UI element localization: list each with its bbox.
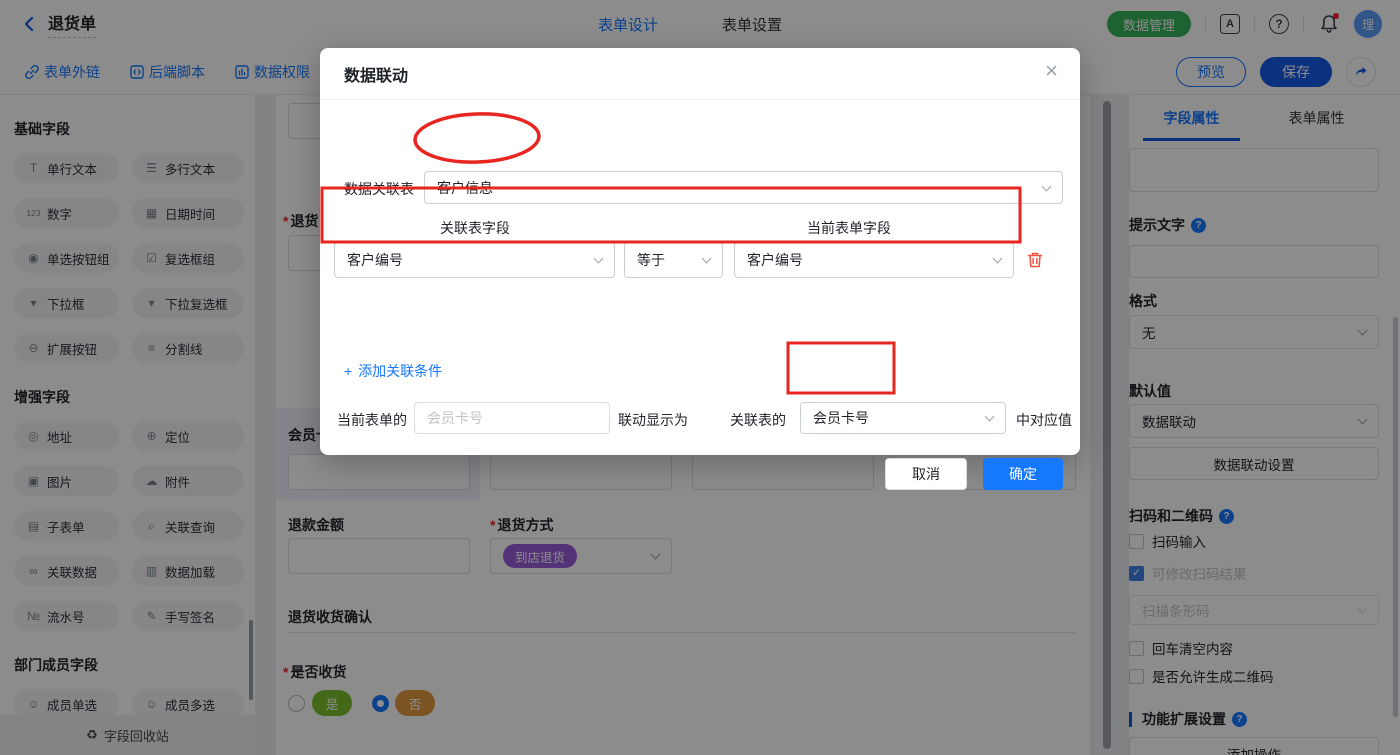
condition-operator-select[interactable]: 等于 — [624, 242, 723, 278]
add-condition-link[interactable]: + 添加关联条件 — [344, 361, 442, 381]
trash-icon — [1027, 252, 1043, 268]
relation-table-label: 数据关联表 — [344, 181, 414, 197]
chevron-down-icon — [1041, 181, 1052, 191]
relation-table-value: 客户信息 — [437, 179, 493, 196]
column-header-relation-field: 关联表字段 — [440, 220, 510, 236]
relation-table-prefix: 关联表的 — [730, 412, 786, 428]
delete-condition-button[interactable] — [1026, 251, 1044, 272]
condition-left-value: 客户编号 — [347, 252, 403, 268]
add-condition-label: 添加关联条件 — [358, 363, 443, 379]
relation-table-select[interactable]: 客户信息 — [424, 171, 1063, 204]
chevron-down-icon — [984, 411, 995, 422]
corresponding-value-suffix: 中对应值 — [1016, 412, 1072, 428]
condition-right-value: 客户编号 — [747, 252, 803, 268]
linkage-display-text: 联动显示为 — [618, 412, 688, 428]
data-linkage-modal: 数据联动 × 数据关联表 客户信息 关联表字段 当前表单字段 客户编号 等于 客… — [320, 48, 1080, 490]
cancel-button[interactable]: 取消 — [885, 458, 967, 490]
display-field-input[interactable] — [414, 402, 610, 434]
confirm-button[interactable]: 确定 — [983, 458, 1063, 490]
chevron-down-icon — [992, 253, 1003, 264]
condition-operator-value: 等于 — [637, 252, 665, 268]
current-form-prefix: 当前表单的 — [337, 412, 407, 428]
modal-header: 数据联动 × — [320, 48, 1080, 100]
close-icon[interactable]: × — [1045, 60, 1058, 82]
condition-right-select[interactable]: 客户编号 — [734, 242, 1014, 278]
condition-left-select[interactable]: 客户编号 — [334, 242, 615, 278]
relation-field-value: 会员卡号 — [813, 410, 869, 426]
chevron-down-icon — [701, 253, 712, 264]
modal-title: 数据联动 — [344, 67, 409, 85]
chevron-down-icon — [593, 253, 604, 264]
plus-icon: + — [344, 363, 353, 379]
relation-field-select[interactable]: 会员卡号 — [800, 402, 1006, 434]
modal-body: 数据关联表 客户信息 关联表字段 当前表单字段 客户编号 等于 客户编号 + 添… — [320, 100, 1080, 490]
column-header-current-field: 当前表单字段 — [807, 220, 891, 236]
form-designer-app: 退货单 表单设计 表单设置 数据管理 A ? 理 表单外链 后端脚本 数据权限 … — [0, 0, 1400, 755]
